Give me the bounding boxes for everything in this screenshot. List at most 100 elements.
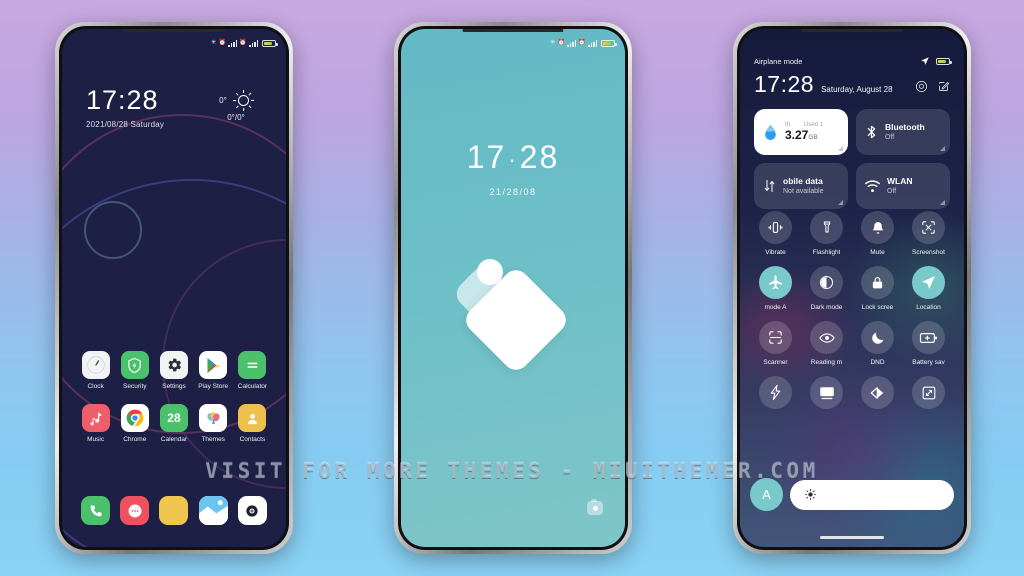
signal-icon [588,39,597,47]
app-calendar[interactable]: 28 Calendar [154,404,193,443]
eye-icon [810,321,843,354]
app-label: Play Store [198,383,229,390]
contrast-icon [810,266,843,299]
weather-current-temp: 0° [219,96,227,105]
toggle-airplane-mode[interactable]: mode A [750,266,801,311]
edit-icon[interactable] [937,80,950,93]
toggle-vibrate[interactable]: Vibrate [750,211,801,256]
toggle-screenshot[interactable]: Screenshot [903,211,954,256]
app-themes[interactable]: Themes [194,404,233,443]
alarm-icon: ⏰ [578,40,586,46]
tile-mobile-data[interactable]: obile data Not available [754,163,848,209]
header-time: 17:28 [754,71,815,97]
sun-icon [232,90,254,111]
toggle-label: Lock scree [861,304,894,311]
phone-2-screen: ✳ ⏰ ⏰ 17·28 21/28/08 [401,29,625,547]
tile-bluetooth[interactable]: Bluetooth Off [856,109,950,155]
clock-icon [81,351,110,379]
toggle-battery-saver[interactable]: Battery sav [903,321,954,366]
toggle-label: Scanner [763,359,788,366]
phone-3-status-bar: Airplane mode [754,56,952,66]
toggle-dnd[interactable]: DND [852,321,903,366]
data-transfer-icon [764,179,775,193]
toggle-mute[interactable]: Mute [852,211,903,256]
wifi-icon [865,180,880,193]
phone-icon[interactable] [81,496,111,525]
big-tiles-grid: th Used 1 3.27GB Bluetooth Off obile dat… [754,109,950,209]
app-label: Themes [201,436,225,443]
toggle-reading-mode[interactable]: Reading m [801,321,852,366]
bluetooth-icon: ✳ [211,40,217,46]
toggle-label: mode A [764,304,787,311]
app-label: Settings [162,383,186,390]
app-play-store[interactable]: Play Store [194,351,233,390]
app-music[interactable]: Music [76,404,115,443]
toggle-cast[interactable] [801,376,852,414]
toggle-label: Flashlight [812,249,841,256]
app-security[interactable]: Security [115,351,154,390]
earpiece-grille-icon [123,29,225,32]
toggle-label: Screenshot [912,249,945,256]
tile-wlan[interactable]: WLAN Off [856,163,950,209]
location-arrow-icon [921,57,929,65]
calculator-icon [238,351,267,379]
app-label: Security [123,383,147,390]
toggle-color-invert[interactable] [852,376,903,414]
auto-brightness-button[interactable]: A [750,478,783,511]
cast-icon [810,376,843,409]
calendar-icon: 28 [159,404,188,432]
tile-title: Bluetooth [885,121,925,132]
airplane-mode-label: Airplane mode [754,56,803,66]
toggle-expand[interactable] [903,376,954,414]
shield-icon [120,351,149,379]
toggle-dark-mode[interactable]: Dark mode [801,266,852,311]
app-chrome[interactable]: Chrome [115,404,154,443]
tile-resize-corner-icon [838,146,843,151]
clock-separator: · [508,146,518,172]
app-contacts[interactable]: Contacts [233,404,272,443]
home-indicator[interactable] [820,536,884,539]
bluetooth-icon: ✳ [550,40,556,46]
tile-data-usage[interactable]: th Used 1 3.27GB [754,109,848,155]
data-usage-value: 3.27 [785,128,809,142]
bolt-icon [759,376,792,409]
tile-resize-corner-icon [940,146,945,151]
toggle-scanner[interactable]: Scanner [750,321,801,366]
toggle-location[interactable]: Location [903,266,954,311]
lockscreen-clock: 17·28 [401,139,625,176]
data-usage-unit: GB [808,134,818,141]
tile-title: WLAN [887,175,913,186]
app-label: Contacts [239,436,266,443]
contact-icon [238,404,267,432]
airplane-icon [759,266,792,299]
toggle-flashlight[interactable]: Flashlight [801,211,852,256]
weather-widget[interactable]: 0° 0°/0° [200,90,272,122]
lockscreen-date: 21/28/08 [489,187,537,197]
toggle-label: Battery sav [912,359,945,366]
wallpaper-ring-decoration [84,201,142,259]
app-settings[interactable]: Settings [154,351,193,390]
tile-subtitle: Not available [783,188,824,196]
toggle-bolt[interactable] [750,376,801,414]
settings-shortcut-icon[interactable] [915,80,928,93]
toggle-lock-screen[interactable]: Lock scree [852,266,903,311]
toggle-label: Dark mode [810,304,843,311]
app-calculator[interactable]: Calculator [233,351,272,390]
gallery-icon[interactable] [198,496,228,525]
camera-icon[interactable] [237,496,267,525]
clock-date: 2021/08/28 Saturday [86,120,165,129]
brightness-slider[interactable] [790,479,954,510]
header-date: Saturday, August 28 [821,85,893,94]
message-icon[interactable] [120,496,150,525]
tile-resize-corner-icon [940,200,945,205]
wallpaper-logo [451,253,573,376]
notes-icon[interactable] [159,496,189,525]
lock-icon [861,266,894,299]
camera-icon[interactable] [587,498,603,515]
screenshot-icon [912,211,945,244]
toggle-label: DND [870,359,885,366]
bell-icon [861,211,894,244]
app-clock[interactable]: Clock [76,351,115,390]
gear-icon [159,351,188,379]
brightness-row: A [750,478,954,511]
